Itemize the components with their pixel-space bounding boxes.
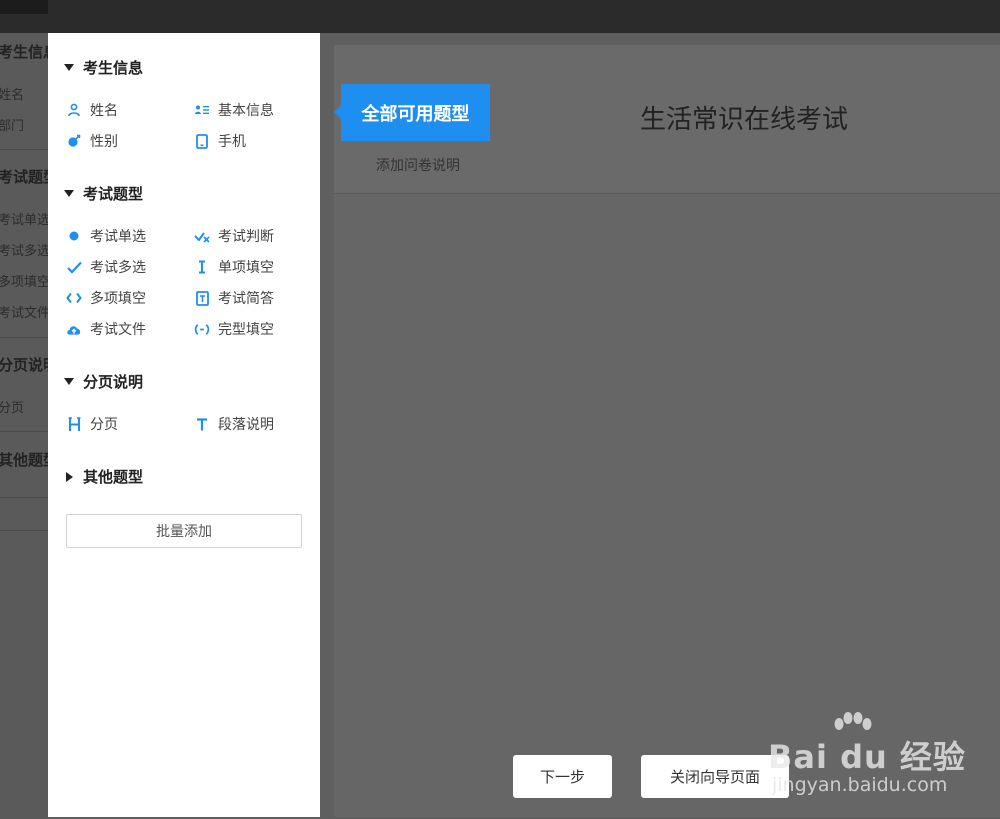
caret-right-icon <box>66 471 73 482</box>
item-page-break[interactable]: 分页 <box>66 414 118 434</box>
background-section-title: 考生信息 <box>0 43 48 61</box>
item-multi-blank[interactable]: 多项填空 <box>66 288 146 308</box>
background-topbar <box>0 0 1000 33</box>
exam-title[interactable]: 生活常识在线考试 <box>640 99 848 136</box>
item-label: 基本信息 <box>218 103 274 119</box>
section-header-exam-types[interactable]: 考试题型 <box>64 183 143 204</box>
item-gender[interactable]: 性别 <box>66 131 118 151</box>
item-basic-info[interactable]: 基本信息 <box>194 100 274 120</box>
item-label: 单项填空 <box>218 260 274 276</box>
item-cloze[interactable]: 完型填空 <box>194 319 274 339</box>
caret-down-icon <box>64 378 74 385</box>
watermark-brand: Bai du 经验 <box>768 738 966 776</box>
radio-dot-icon <box>66 228 82 244</box>
question-type-panel: 考生信息 姓名 基本信息 性别 手机 考试题型 考试单选 考试判断 考试多选 单… <box>48 33 320 817</box>
guide-tooltip: 全部可用题型 <box>341 84 490 141</box>
phone-icon <box>194 133 210 149</box>
item-label: 考试多选 <box>90 260 146 276</box>
section-title: 其他题型 <box>83 468 144 486</box>
check-cross-icon <box>194 228 210 244</box>
item-file-upload[interactable]: 考试文件 <box>66 319 146 339</box>
add-description-link[interactable]: 添加问卷说明 <box>376 155 460 175</box>
section-title: 考生信息 <box>83 59 144 77</box>
background-sidebar: 考生信息 姓名 部门 考试题型 考试单选 考试多选 多项填空 考试文件 分页说明… <box>0 33 48 819</box>
item-label: 考试判断 <box>218 229 274 245</box>
background-section-title: 分页说明 <box>0 356 48 374</box>
editor-area: 生活常识在线考试 添加问卷说明 <box>334 45 1000 817</box>
caret-down-icon <box>64 190 74 197</box>
watermark-url: jingyan.baidu.com <box>772 774 948 796</box>
section-header-candidate-info[interactable]: 考生信息 <box>64 57 143 78</box>
id-card-icon <box>194 102 210 118</box>
background-section-title: 其他题型 <box>0 451 48 469</box>
cloze-icon <box>194 321 210 337</box>
doc-edit-icon <box>194 290 210 306</box>
background-item: 多项填空 <box>0 275 48 290</box>
background-topbar-corner <box>0 0 48 14</box>
item-single-blank[interactable]: 单项填空 <box>194 257 274 277</box>
background-item: 姓名 <box>0 88 25 103</box>
item-true-false[interactable]: 考试判断 <box>194 226 274 246</box>
item-label: 段落说明 <box>218 417 274 433</box>
close-guide-button[interactable]: 关闭向导页面 <box>641 755 789 798</box>
section-title: 分页说明 <box>83 373 144 391</box>
item-phone[interactable]: 手机 <box>194 131 246 151</box>
background-item: 考试文件 <box>0 306 48 321</box>
background-divider <box>0 431 48 432</box>
item-label: 手机 <box>218 134 246 150</box>
background-divider <box>0 337 48 338</box>
item-label: 考试单选 <box>90 229 146 245</box>
item-label: 考试文件 <box>90 322 146 338</box>
text-t-icon <box>194 416 210 432</box>
background-divider <box>0 497 48 498</box>
item-label: 分页 <box>90 417 118 433</box>
item-label: 完型填空 <box>218 322 274 338</box>
cloud-upload-icon <box>66 321 82 337</box>
background-section-title: 考试题型 <box>0 168 48 186</box>
item-paragraph[interactable]: 段落说明 <box>194 414 274 434</box>
person-icon <box>66 102 82 118</box>
gender-icon <box>66 133 82 149</box>
item-label: 姓名 <box>90 103 118 119</box>
next-step-button[interactable]: 下一步 <box>513 755 612 798</box>
background-item: 部门 <box>0 119 25 134</box>
background-item: 分页 <box>0 401 25 416</box>
section-header-other-types[interactable]: 其他题型 <box>64 466 143 487</box>
background-divider <box>0 149 48 150</box>
item-single-choice[interactable]: 考试单选 <box>66 226 146 246</box>
item-label: 性别 <box>90 134 118 150</box>
background-divider <box>0 530 48 531</box>
section-title: 考试题型 <box>83 185 144 203</box>
text-cursor-icon <box>194 259 210 275</box>
caret-down-icon <box>64 64 74 71</box>
baidu-jingyan-watermark: Bai du 经验 jingyan.baidu.com <box>768 712 983 802</box>
item-short-answer[interactable]: 考试简答 <box>194 288 274 308</box>
batch-add-button[interactable]: 批量添加 <box>66 514 302 548</box>
item-label: 考试简答 <box>218 291 274 307</box>
item-label: 多项填空 <box>90 291 146 307</box>
code-brackets-icon <box>66 290 82 306</box>
item-name[interactable]: 姓名 <box>66 100 118 120</box>
page-break-icon <box>66 416 82 432</box>
tooltip-arrow <box>334 105 341 119</box>
checkmark-icon <box>66 259 82 275</box>
item-multiple-choice[interactable]: 考试多选 <box>66 257 146 277</box>
section-header-pagination[interactable]: 分页说明 <box>64 371 143 392</box>
background-item: 考试多选 <box>0 244 48 259</box>
background-item: 考试单选 <box>0 213 48 228</box>
